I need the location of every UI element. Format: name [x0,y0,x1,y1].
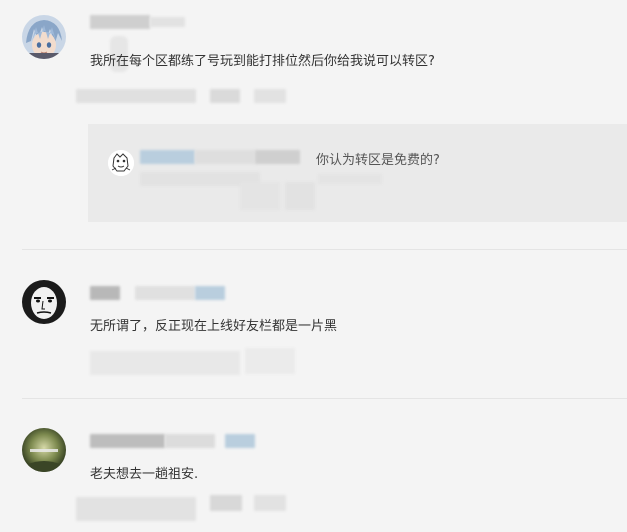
comment-text-3: 老夫想去一趟祖安. [90,467,199,482]
comment-meta-1 [76,89,196,103]
reply-meta-d [318,174,382,184]
comment-meta-1c [254,89,286,103]
comment-meta-3 [76,497,196,521]
username-2-ext [135,286,195,300]
reply-username-ext [195,150,255,164]
username-3-badge [225,434,255,448]
reply-text: 你认为转区是免费的? [316,153,440,168]
comment-text-2: 无所谓了，反正现在上线好友栏都是一片黑 [90,319,338,334]
game-logo-avatar-icon [22,428,66,472]
comment-text-1: 我所在每个区都练了号玩到能打排位然后你给我说可以转区? [90,54,435,69]
comment-meta-2 [90,351,240,375]
reply-meta-b [240,182,280,210]
username-2[interactable] [90,286,120,300]
avatar[interactable] [22,280,66,324]
comment-meta-1b [210,89,240,103]
avatar[interactable] [22,428,66,472]
username-3-ext [165,434,215,448]
username-3[interactable] [90,434,165,448]
divider-2 [22,398,627,399]
reply-avatar[interactable] [108,150,134,176]
anime-avatar-icon [22,15,66,59]
username-1[interactable] [90,15,150,29]
cartoon-avatar-icon [108,150,134,176]
reply-username[interactable] [140,150,195,164]
username-1-ext [150,17,185,27]
comment-meta-3c [254,495,286,511]
comment-meta-2b [245,348,295,374]
reply-meta-c [285,182,315,210]
divider-1 [22,249,627,250]
meme-face-avatar-icon [22,280,66,324]
comment-meta-3b [210,495,242,511]
avatar[interactable] [22,15,66,59]
reply-username-ext2 [255,150,300,164]
username-2-badge [195,286,225,300]
